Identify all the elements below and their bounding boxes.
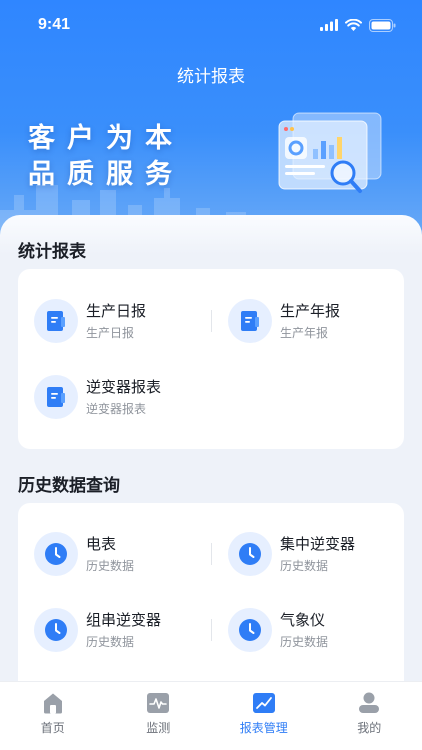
item-title: 电表: [86, 535, 117, 553]
wifi-icon: [345, 19, 362, 31]
clock-icon: [45, 543, 67, 565]
slogan-line-1: 客户为本: [28, 123, 184, 154]
item-subtitle: 历史数据: [280, 635, 329, 649]
item-subtitle: 历史数据: [86, 635, 135, 649]
divider: [211, 310, 212, 332]
history-item-string-inverter[interactable]: 组串逆变器 历史数据: [34, 605, 214, 655]
section-title-reports: 统计报表: [18, 242, 86, 262]
report-item-yearly[interactable]: 生产年报 生产年报: [228, 296, 408, 346]
item-title: 生产年报: [280, 302, 341, 320]
icon-circle: [34, 299, 78, 343]
clock-icon: [239, 543, 261, 565]
item-subtitle: 历史数据: [86, 559, 135, 573]
slogan-line-2: 品质服务: [28, 159, 184, 190]
report-item-inverter[interactable]: 逆变器报表 逆变器报表: [34, 372, 214, 422]
section-title-history: 历史数据查询: [18, 476, 120, 496]
battery-icon: [369, 18, 396, 32]
tab-label: 报表管理: [239, 721, 288, 735]
tab-home[interactable]: 首页: [0, 682, 106, 750]
item-subtitle: 生产年报: [280, 326, 329, 340]
status-time: 9:41: [38, 16, 71, 33]
tab-label: 监测: [146, 721, 171, 735]
clock-icon: [45, 619, 67, 641]
divider: [211, 619, 212, 641]
reports-card: 生产日报 生产日报 生产年报 生产年报 逆变器报表 逆变器报表: [18, 269, 404, 449]
icon-circle: [228, 299, 272, 343]
item-title: 组串逆变器: [86, 611, 162, 629]
icon-circle: [34, 532, 78, 576]
signal-icon: [320, 19, 338, 31]
document-icon: [241, 311, 259, 331]
hero-banner: 9:41 统计报表 客户为本 品质服务: [0, 0, 422, 240]
icon-circle: [228, 532, 272, 576]
clock-icon: [239, 619, 261, 641]
status-bar: 9:41: [0, 0, 422, 50]
item-subtitle: 历史数据: [280, 559, 329, 573]
tab-reports[interactable]: 报表管理: [211, 682, 317, 750]
report-chart-icon: [252, 691, 276, 715]
status-icons: [320, 18, 396, 32]
report-item-daily[interactable]: 生产日报 生产日报: [34, 296, 214, 346]
home-icon: [41, 691, 65, 715]
tab-label: 我的: [357, 721, 382, 735]
history-card: 电表 历史数据 集中逆变器 历史数据 组串逆变器 历史数据 气象仪 历史数据: [18, 503, 404, 703]
tab-profile[interactable]: 我的: [317, 682, 422, 750]
report-illustration: [278, 112, 382, 193]
page-title: 统计报表: [177, 67, 245, 87]
bottom-tab-bar: 首页 监测 报表管理 我的: [0, 681, 422, 750]
history-item-central-inverter[interactable]: 集中逆变器 历史数据: [228, 529, 408, 579]
icon-circle: [34, 375, 78, 419]
divider: [211, 543, 212, 565]
history-item-meter[interactable]: 电表 历史数据: [34, 529, 214, 579]
monitor-icon: [146, 691, 170, 715]
tab-label: 首页: [40, 721, 65, 735]
item-title: 逆变器报表: [86, 378, 162, 396]
item-title: 集中逆变器: [280, 535, 356, 553]
item-title: 气象仪: [280, 611, 326, 629]
document-icon: [47, 387, 65, 407]
icon-circle: [34, 608, 78, 652]
user-icon: [357, 691, 381, 715]
item-subtitle: 逆变器报表: [86, 402, 147, 416]
content-sheet: 统计报表 生产日报 生产日报 生产年报 生产年报 逆变器报表 逆变器报表 历史数…: [0, 215, 422, 703]
tab-monitor[interactable]: 监测: [106, 682, 212, 750]
document-icon: [47, 311, 65, 331]
item-subtitle: 生产日报: [86, 326, 135, 340]
history-item-weather-station[interactable]: 气象仪 历史数据: [228, 605, 408, 655]
icon-circle: [228, 608, 272, 652]
item-title: 生产日报: [86, 302, 147, 320]
